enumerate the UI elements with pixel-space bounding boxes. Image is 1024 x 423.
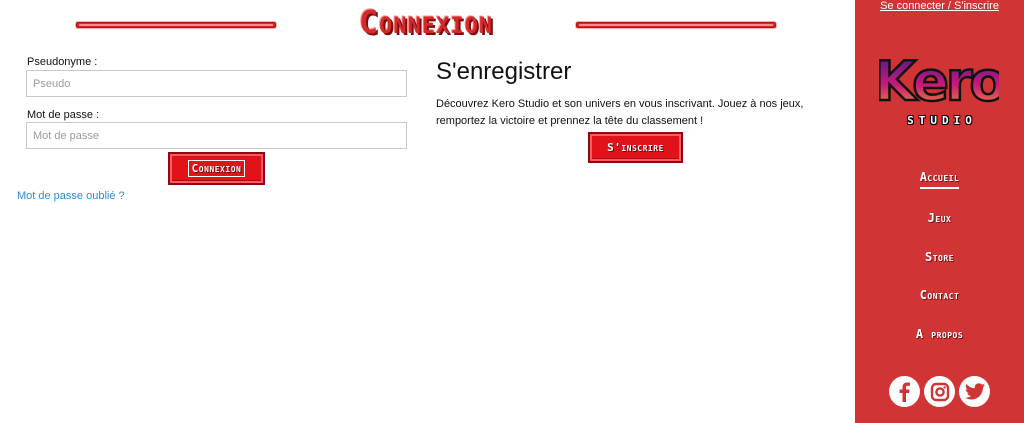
nav-item-jeux[interactable]: Jeux xyxy=(855,211,1024,225)
register-button-label: S'inscrire xyxy=(607,141,664,154)
password-input[interactable] xyxy=(26,122,407,149)
register-title: S'enregistrer xyxy=(436,58,572,85)
logo-studio-text: STUDIO xyxy=(907,114,977,127)
register-button[interactable]: S'inscrire xyxy=(588,132,683,163)
pseudo-label: Pseudonyme : xyxy=(27,56,98,68)
login-button[interactable]: Connexion xyxy=(168,152,265,185)
header-divider-left xyxy=(76,22,276,28)
forgot-password-link[interactable]: Mot de passe oublié ? xyxy=(17,190,125,202)
pseudo-input[interactable] xyxy=(26,70,407,97)
register-description: Découvrez Kero Studio et son univers en … xyxy=(436,98,804,127)
auth-link[interactable]: Se connecter / S'inscrire xyxy=(855,0,1024,12)
sidebar: Se connecter / S'inscrire Kero STUDIO Ac… xyxy=(855,0,1024,423)
svg-text:Kero: Kero xyxy=(879,50,999,112)
password-label: Mot de passe : xyxy=(27,109,100,121)
logo-gradient-bg: Kero xyxy=(879,49,999,112)
nav-item-contact[interactable]: Contact xyxy=(855,288,1024,302)
instagram-icon[interactable] xyxy=(924,376,955,407)
facebook-icon[interactable] xyxy=(889,376,920,407)
social-links xyxy=(889,376,993,408)
twitter-icon[interactable] xyxy=(959,376,990,407)
header-divider-right xyxy=(576,22,776,28)
login-button-label: Connexion xyxy=(187,160,246,177)
nav-item-store[interactable]: Store xyxy=(855,250,1024,264)
nav-item-a-propos[interactable]: A propos xyxy=(855,327,1024,341)
nav-item-accueil[interactable]: Accueil xyxy=(855,170,1024,189)
page-title: Connexion xyxy=(358,3,494,41)
kero-studio-logo[interactable]: Kero STUDIO xyxy=(879,46,999,132)
